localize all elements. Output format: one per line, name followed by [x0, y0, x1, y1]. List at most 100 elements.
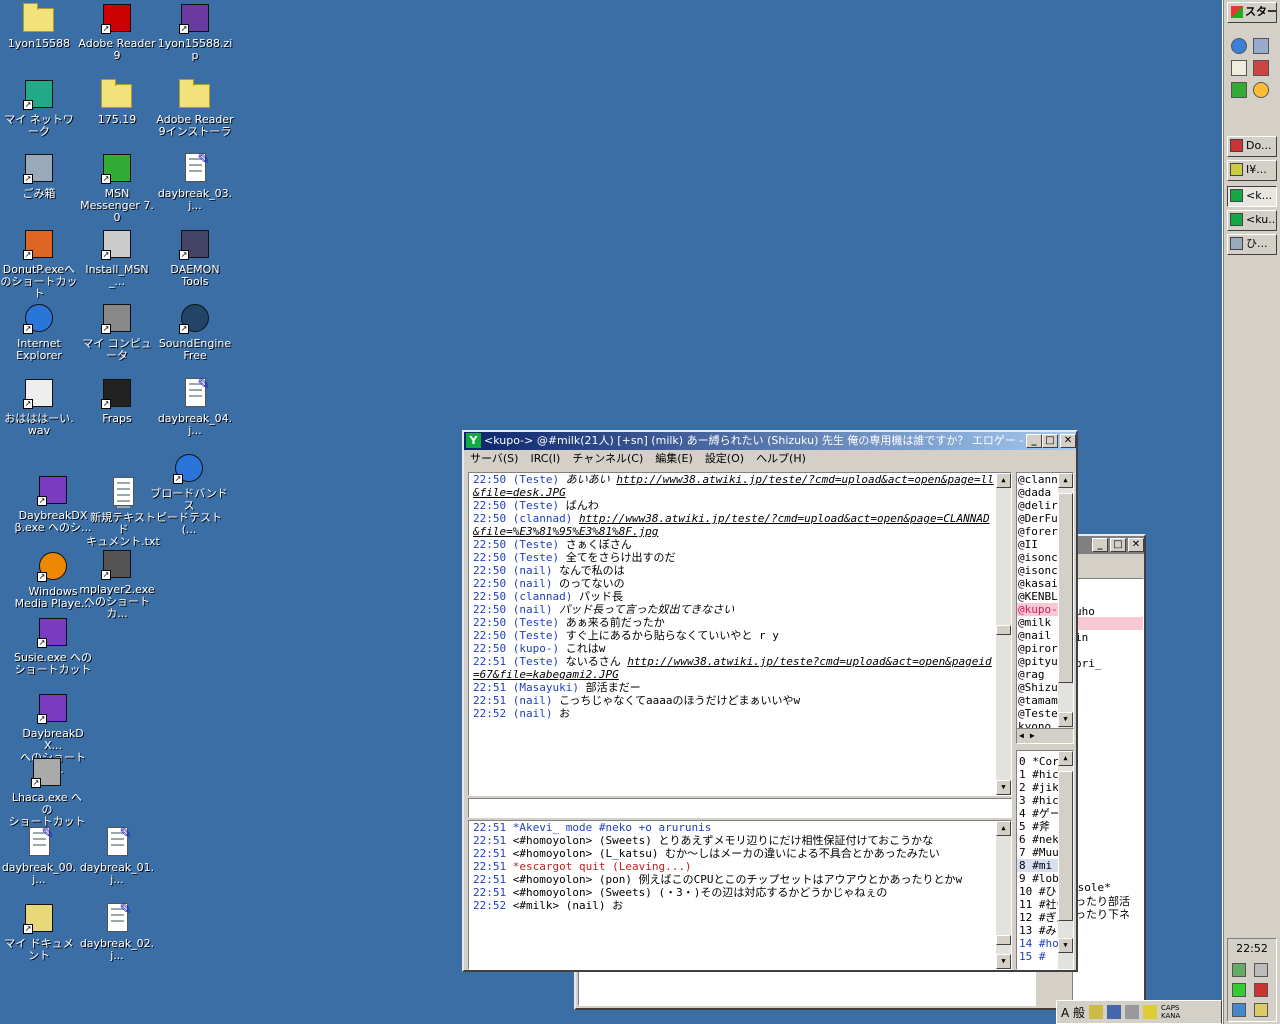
- desktop-icon-i0[interactable]: 1yon15588: [0, 2, 78, 50]
- desktop-icon-i18[interactable]: ↗ DaybreakDX β.exe へのシ...: [14, 474, 92, 534]
- app-quicklaunch-icon[interactable]: [1253, 60, 1269, 76]
- desktop-icon-i17[interactable]: ✎ daybreak_04.j...: [156, 377, 234, 437]
- desktop-icon-i8[interactable]: ✎ daybreak_03.j...: [156, 152, 234, 212]
- network-tray-icon[interactable]: [1232, 963, 1246, 977]
- main-chat-log[interactable]: 22:50 (Teste) あいあい http://www38.atwiki.j…: [468, 472, 1012, 796]
- scroll-up-arrow[interactable]: ▲: [1058, 751, 1073, 766]
- desktop-icon-i4[interactable]: 175.19: [78, 78, 156, 126]
- scroll-down-arrow[interactable]: ▼: [996, 954, 1011, 969]
- chat-line: 22:51 (Masayuki) 部活まだー: [469, 681, 1011, 694]
- taskbar-button[interactable]: ひ...: [1227, 234, 1277, 255]
- taskbar-button-label: Do...: [1246, 139, 1272, 152]
- ime-toolbar[interactable]: A 般 CAPS KANA: [1056, 1000, 1222, 1024]
- desktop-icon-i23[interactable]: ↗ Susie.exe への ショートカット: [14, 616, 92, 676]
- irc-main-window[interactable]: Y <kupo-> @#milk(21人) [+sn] (milk) あー縛られ…: [462, 430, 1078, 972]
- desktop-icon-i5[interactable]: Adobe Reader 9インストーラ: [156, 78, 234, 138]
- background-window-bottom: [578, 966, 1036, 1006]
- ime-mode[interactable]: A 般: [1061, 1004, 1085, 1021]
- desktop-icon-i7[interactable]: ↗ MSN Messenger 7.0: [78, 152, 156, 224]
- desktop-icon-i28[interactable]: ↗ マイ ドキュメント: [0, 902, 78, 962]
- ime-icon[interactable]: [1125, 1005, 1140, 1019]
- scroll-thumb[interactable]: [1058, 771, 1073, 921]
- msn-quicklaunch-icon[interactable]: [1231, 82, 1247, 98]
- desktop-icon-i1[interactable]: ↗ Adobe Reader 9: [78, 2, 156, 62]
- timestamp: 22:50: [473, 603, 507, 616]
- ime-icon[interactable]: [1089, 1005, 1104, 1019]
- pen-tray-icon[interactable]: [1254, 983, 1268, 997]
- desktop-icon-i27[interactable]: ✎ daybreak_01.j...: [78, 826, 156, 886]
- irc-titlebar[interactable]: Y <kupo-> @#milk(21人) [+sn] (milk) あー縛られ…: [464, 432, 1076, 450]
- desktop-icon-i12[interactable]: ↗ Internet Explorer: [0, 302, 78, 362]
- maximize-button[interactable]: □: [1042, 434, 1058, 448]
- menu-item[interactable]: IRC(I): [530, 452, 560, 465]
- outlook-quicklaunch-icon[interactable]: [1253, 38, 1269, 54]
- desktop-icon-i16[interactable]: ↗ Fraps: [78, 377, 156, 425]
- scroll-thumb[interactable]: [1058, 493, 1073, 683]
- scroll-down-arrow[interactable]: ▼: [1058, 938, 1073, 953]
- desktop-icon-i10[interactable]: ↗ Install_MSN_...: [78, 228, 156, 288]
- menu-item[interactable]: ヘルプ(H): [756, 452, 806, 465]
- desktop-icon-i20[interactable]: ↗ ブロードバンドス ピードテスト(...: [150, 452, 228, 536]
- menu-item[interactable]: 設定(O): [705, 452, 744, 465]
- ime-icon[interactable]: [1143, 1005, 1158, 1019]
- scroll-up-arrow[interactable]: ▲: [996, 821, 1011, 836]
- sub-log-scrollbar[interactable]: ▲ ▼: [996, 821, 1011, 969]
- scroll-up-arrow[interactable]: ▲: [996, 473, 1011, 488]
- taskbar-button[interactable]: <k...: [1227, 186, 1277, 207]
- users-tray-icon[interactable]: [1232, 1003, 1246, 1017]
- nick-list[interactable]: @clann @dada @delir @DerFu @forer @II @isonc @i…: [1016, 472, 1074, 744]
- desktop-icon-i13[interactable]: ↗ マイ コンピュータ: [78, 302, 156, 362]
- desktop-icon-i2[interactable]: ↗ 1yon15588.zip: [156, 2, 234, 62]
- security-tray-icon[interactable]: [1232, 983, 1246, 997]
- desktop-icon-i3[interactable]: ↗ マイ ネットワーク: [0, 78, 78, 138]
- menu-item[interactable]: 編集(E): [655, 452, 693, 465]
- menu-item[interactable]: サーバ(S): [470, 452, 518, 465]
- close-button[interactable]: ✕: [1060, 434, 1076, 448]
- desktop-icon-i22[interactable]: ↗ mplayer2.exe へのショートカ...: [78, 548, 156, 620]
- desktop-icon-i14[interactable]: ↗ SoundEngine Free: [156, 302, 234, 362]
- start-button[interactable]: スタート: [1227, 2, 1277, 23]
- close-button[interactable]: ✕: [1128, 538, 1144, 552]
- volume-tray-icon[interactable]: [1254, 963, 1268, 977]
- channel-list-scrollbar[interactable]: ▲ ▼: [1058, 751, 1073, 969]
- ime-icon[interactable]: [1107, 1005, 1122, 1019]
- ie-quicklaunch-icon[interactable]: [1231, 38, 1247, 54]
- desktop-icon-i26[interactable]: ✎ daybreak_00.j...: [0, 826, 78, 886]
- channel-list[interactable]: 0 *Cor 1 #hic 2 #jik 3 #hic 4 #ゲー 5 #斧 6 #nek 7…: [1016, 750, 1074, 970]
- maximize-button[interactable]: □: [1110, 538, 1126, 552]
- nick-list-scrollbar[interactable]: ▲ ▼: [1058, 473, 1073, 743]
- desktop-icon-i25[interactable]: ↗ Lhaca.exe への ショートカット: [8, 756, 86, 828]
- nickname: (clannad): [512, 512, 573, 525]
- message: パッド長って言った奴出てきなさい: [559, 603, 735, 616]
- menu-item[interactable]: チャンネル(C): [572, 452, 643, 465]
- chat-line: 22:50 (nail) なんで私のは: [469, 564, 1011, 577]
- desktop-icon-i29[interactable]: ✎ daybreak_02.j...: [78, 902, 156, 962]
- scroll-down-arrow[interactable]: ▼: [1058, 712, 1073, 727]
- minimize-button[interactable]: _: [1092, 538, 1108, 552]
- taskbar-button[interactable]: I¥...: [1227, 160, 1277, 181]
- clock[interactable]: 22:52: [1228, 942, 1276, 955]
- chat-input[interactable]: [468, 798, 1012, 818]
- scroll-up-arrow[interactable]: ▲: [1058, 473, 1073, 488]
- desktop-icon-i6[interactable]: ↗ ごみ箱: [0, 152, 78, 200]
- taskbar-button[interactable]: <ku...: [1227, 210, 1277, 231]
- scroll-down-arrow[interactable]: ▼: [996, 780, 1011, 795]
- minimize-button[interactable]: _: [1026, 434, 1042, 448]
- sub-chat-log[interactable]: 22:51 *Akevi_ mode #neko +o arurunis 22:5…: [468, 820, 1012, 970]
- media-quicklaunch-icon[interactable]: [1253, 82, 1269, 98]
- desktop-icon-i11[interactable]: ↗ DAEMON Tools: [156, 228, 234, 288]
- desktop-icon-i9[interactable]: ↗ DonutP.exeへ のショートカット: [0, 228, 78, 300]
- sub-chat-line: 22:51 <#homoyolon> (Sweets) とりあえずメモリ辺りにだ…: [469, 834, 1011, 847]
- taskbar-button-label: I¥...: [1246, 163, 1267, 176]
- nick-list-hscroll[interactable]: ◀ ▶: [1016, 728, 1074, 744]
- image-file-icon: ✎: [177, 152, 213, 184]
- taskbar-button[interactable]: Do...: [1227, 136, 1277, 157]
- desktop-icon-i15[interactable]: ↗ おはははーい. wav: [0, 377, 78, 437]
- menu-bar: サーバ(S) IRC(I) チャンネル(C) 編集(E) 設定(O) ヘルプ(H): [464, 450, 1076, 468]
- scroll-thumb[interactable]: [996, 625, 1011, 635]
- notepad-quicklaunch-icon[interactable]: [1231, 60, 1247, 76]
- scroll-thumb[interactable]: [996, 935, 1011, 945]
- main-log-scrollbar[interactable]: ▲ ▼: [996, 473, 1011, 795]
- speaker-tray-icon[interactable]: [1254, 1003, 1268, 1017]
- message: お: [559, 707, 571, 720]
